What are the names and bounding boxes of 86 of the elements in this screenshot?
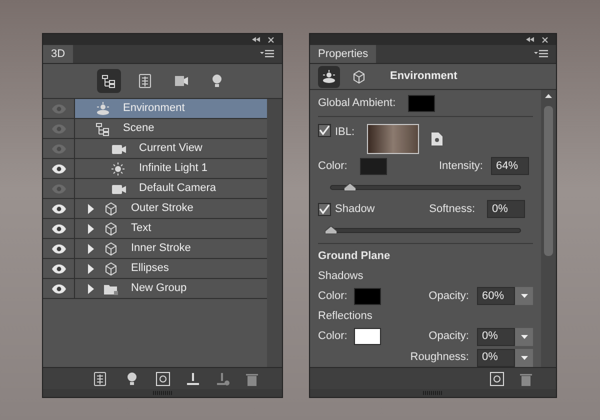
field-label: Opacity:	[428, 329, 469, 344]
expand-arrow-icon[interactable]	[87, 264, 95, 274]
subsection-heading: Shadows	[318, 268, 364, 284]
dropdown-button[interactable]	[515, 328, 533, 346]
mesh-icon	[103, 242, 119, 256]
trash-icon[interactable]	[246, 372, 258, 386]
subsection-heading: Reflections	[318, 309, 374, 324]
dropdown-button[interactable]	[515, 287, 533, 305]
mesh-filter-icon	[136, 73, 152, 89]
close-icon[interactable]	[542, 36, 548, 42]
scene-icon	[95, 122, 111, 136]
drop-to-plane-icon[interactable]	[186, 372, 200, 386]
field-label: Intensity:	[438, 158, 483, 174]
mode-button[interactable]	[318, 66, 340, 88]
file-icon[interactable]	[430, 132, 443, 146]
scrollbar[interactable]	[541, 90, 556, 367]
expand-arrow-icon[interactable]	[87, 224, 95, 234]
field-label: Softness:	[429, 202, 475, 217]
render-icon[interactable]	[156, 372, 170, 386]
field-label: IBL:	[335, 125, 355, 140]
layer-name: Current View	[139, 141, 202, 156]
scene-filter-icon	[100, 74, 116, 88]
expand-arrow-icon[interactable]	[87, 284, 95, 294]
collapse-icon[interactable]	[252, 37, 260, 42]
light-icon	[111, 162, 127, 176]
slider-thumb[interactable]	[344, 183, 356, 191]
field-label: Roughness:	[410, 350, 469, 366]
shadow-opacity-field[interactable]: 60%	[477, 287, 515, 305]
layer-name: Ellipses	[131, 261, 169, 276]
panel-menu-icon[interactable]	[260, 49, 274, 59]
color-swatch[interactable]	[408, 95, 435, 112]
color-swatch[interactable]	[354, 328, 381, 345]
layer-name: Scene	[123, 121, 154, 136]
field-label: Shadow	[335, 202, 375, 217]
layer-name: Text	[131, 221, 152, 236]
environment-mode-icon	[321, 70, 337, 84]
slider-thumb[interactable]	[325, 226, 337, 234]
eye-icon[interactable]	[52, 224, 66, 234]
softness-field[interactable]: 0%	[487, 200, 525, 218]
caret-icon	[520, 356, 528, 360]
reflection-opacity-field[interactable]: 0%	[477, 328, 515, 346]
panel-tab[interactable]: 3D	[43, 45, 74, 63]
mesh-icon	[103, 262, 119, 276]
layer-name: Inner Stroke	[131, 241, 191, 256]
render-icon[interactable]	[490, 372, 504, 386]
eye-icon[interactable]	[52, 264, 66, 274]
layer-name: New Group	[131, 281, 187, 296]
panel-heading: Environment	[390, 69, 458, 84]
filter-button[interactable]	[96, 69, 120, 93]
field-label: Color:	[318, 329, 348, 344]
layer-name: Default Camera	[139, 181, 216, 196]
field-label: Global Ambient:	[318, 96, 396, 112]
layer-row[interactable]: Environment	[75, 99, 267, 118]
panel-tab[interactable]: Properties	[310, 45, 376, 63]
ibl-checkbox[interactable]	[318, 124, 331, 137]
collapse-icon[interactable]	[526, 37, 534, 42]
close-icon[interactable]	[268, 36, 274, 42]
mesh-mode-icon	[351, 70, 367, 84]
trash-icon[interactable]	[520, 372, 532, 386]
layer-name: Outer Stroke	[131, 201, 194, 216]
expand-arrow-icon[interactable]	[87, 204, 95, 214]
mesh-icon	[103, 222, 119, 236]
new-mesh-icon	[92, 370, 108, 386]
eye-icon[interactable]	[52, 244, 66, 254]
color-swatch[interactable]	[360, 158, 387, 174]
color-swatch[interactable]	[354, 288, 381, 304]
section-heading: Ground Plane	[318, 249, 392, 264]
shadow-checkbox[interactable]	[318, 202, 331, 216]
dropdown-button[interactable]	[515, 348, 533, 366]
eye-icon[interactable]	[52, 284, 66, 294]
field-label: Color:	[318, 288, 348, 304]
roughness-field[interactable]: 0%	[477, 348, 515, 366]
scroll-up-icon	[545, 94, 552, 98]
field-label: Color:	[318, 158, 348, 174]
environment-icon	[95, 102, 111, 116]
field-label: Opacity:	[428, 288, 469, 304]
eye-icon[interactable]	[52, 164, 66, 174]
layer-name: Infinite Light 1	[139, 161, 208, 176]
caret-icon	[520, 294, 528, 298]
layer-name: Environment	[123, 101, 185, 116]
expand-arrow-icon[interactable]	[87, 244, 95, 254]
intensity-field[interactable]: 64%	[491, 157, 529, 175]
mesh-icon	[103, 202, 119, 216]
eye-icon[interactable]	[52, 204, 66, 214]
caret-icon	[520, 334, 528, 338]
panel-menu-icon[interactable]	[534, 49, 548, 59]
